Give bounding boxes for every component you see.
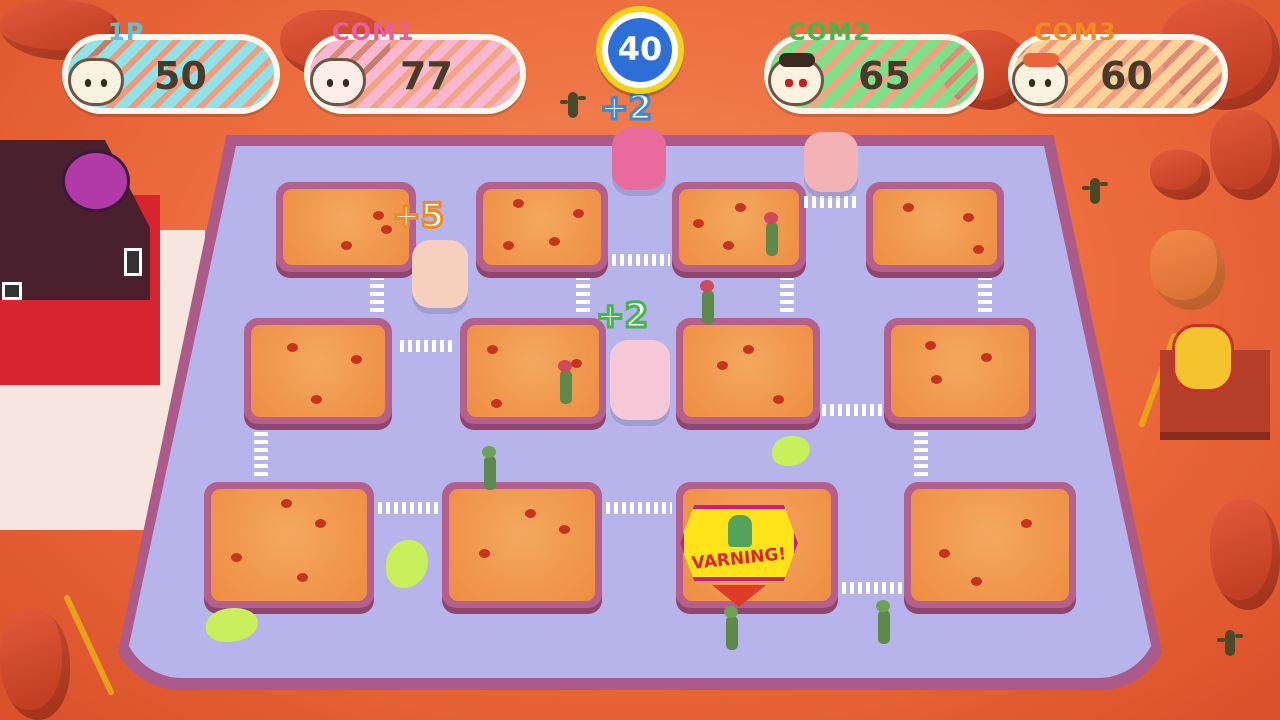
com1-sheep-character <box>612 128 666 190</box>
cactus <box>560 92 586 118</box>
crosswalk <box>978 278 992 312</box>
player-score: 65 <box>858 54 911 98</box>
cactus <box>1217 630 1243 656</box>
score-card-com3: COM3 60 <box>1008 18 1228 116</box>
player-tag: COM3 <box>1034 18 1117 46</box>
crosswalk <box>822 404 882 416</box>
barn-window <box>124 248 142 276</box>
rock <box>0 610 70 720</box>
garden-plot <box>884 318 1036 424</box>
points-popup: +2 <box>594 295 649 338</box>
player-score: 50 <box>154 54 207 98</box>
timer-value: 40 <box>617 30 663 68</box>
player-tag: COM2 <box>788 18 871 46</box>
zombie-icon <box>728 515 752 547</box>
garden-plot <box>904 482 1076 608</box>
crosswalk <box>612 254 670 266</box>
zombie <box>558 360 572 404</box>
crosswalk <box>914 432 928 476</box>
crosswalk <box>378 502 440 514</box>
garden-plot <box>676 318 820 424</box>
score-card-com1: COM1 77 <box>304 18 526 116</box>
zombie <box>724 606 738 650</box>
com2-cow-character <box>610 340 670 420</box>
garden-plot <box>866 182 1004 272</box>
zombie <box>482 446 496 490</box>
crosswalk <box>780 278 794 312</box>
player-tag: 1P <box>108 18 145 46</box>
warning-sign: VARNING! <box>680 505 798 581</box>
crosswalk <box>370 278 384 312</box>
round-timer: 40 <box>596 6 684 94</box>
crosswalk <box>804 196 860 208</box>
crosswalk <box>606 502 672 514</box>
points-popup: +5 <box>390 195 445 238</box>
player-avatar-icon <box>768 53 824 106</box>
score-card-com2: COM2 65 <box>764 18 984 116</box>
street-lamp <box>63 593 115 697</box>
com-cow-character <box>804 132 858 192</box>
player-score: 77 <box>400 54 453 98</box>
rock <box>1210 110 1280 200</box>
rock <box>1210 500 1280 610</box>
garden-plot <box>244 318 392 424</box>
garden-plot <box>672 182 806 272</box>
barn-window <box>2 282 22 300</box>
rock <box>1150 230 1225 310</box>
garden-plot <box>204 482 374 608</box>
robot-character <box>1172 324 1234 392</box>
rock <box>1150 150 1210 200</box>
crosswalk <box>254 432 268 476</box>
points-popup: +2 <box>598 87 653 130</box>
zombie <box>876 600 890 644</box>
warning-label: VARNING! <box>690 544 788 574</box>
garden-plot <box>476 182 608 272</box>
zombie <box>700 280 714 324</box>
pig-character-on-roof <box>62 150 130 212</box>
player-avatar-icon <box>68 58 124 106</box>
cactus <box>1082 178 1108 204</box>
crosswalk <box>400 340 456 352</box>
player-tag: COM1 <box>332 18 415 46</box>
player-avatar-icon <box>310 58 366 106</box>
zombie <box>764 212 778 256</box>
player-avatar-icon <box>1012 53 1068 106</box>
garden-plot <box>442 482 602 608</box>
crosswalk <box>842 582 902 594</box>
crosswalk <box>576 278 590 312</box>
com3-sheep-character <box>412 240 468 308</box>
score-card-1p: 1P 50 <box>62 18 280 116</box>
garden-plot <box>460 318 606 424</box>
player-score: 60 <box>1100 54 1153 98</box>
